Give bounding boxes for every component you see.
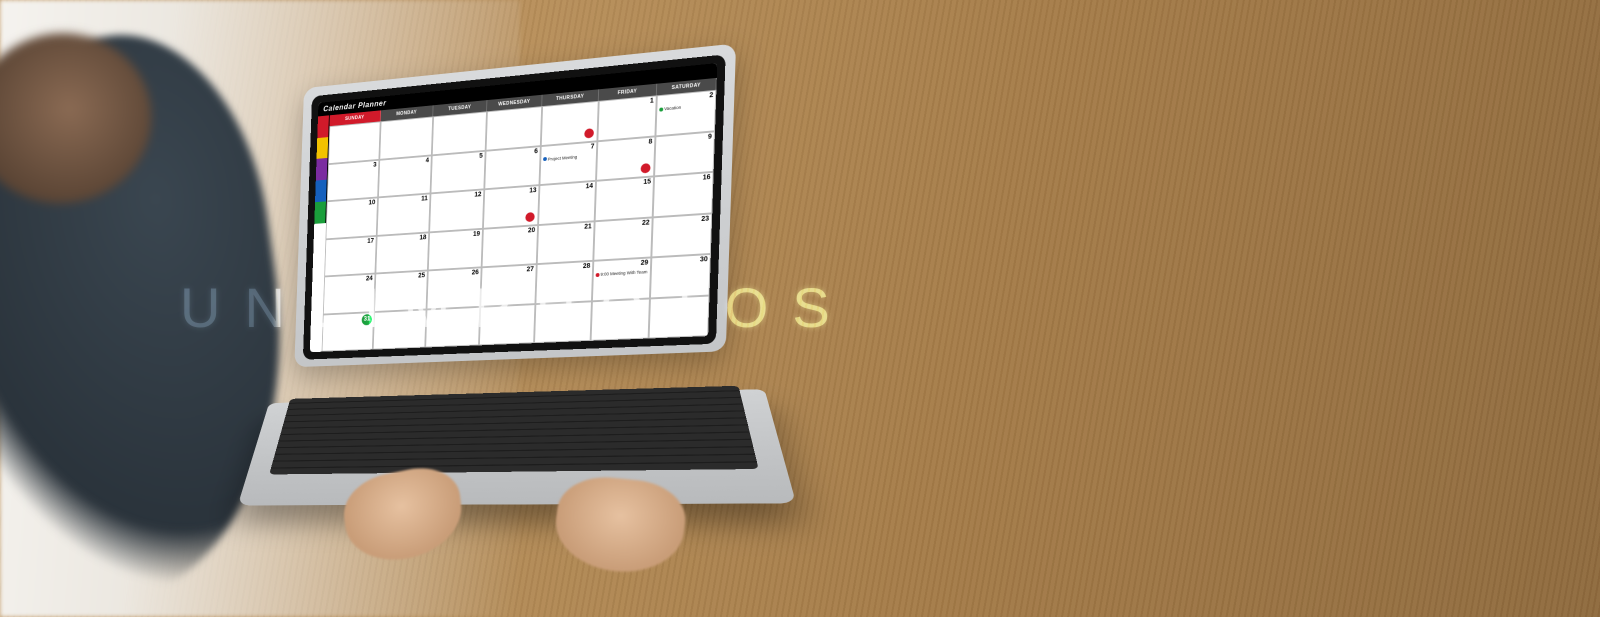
day-number: 12 [474,191,481,198]
day-number: 16 [703,174,711,182]
day-number: 11 [421,195,428,202]
calendar-day-cell[interactable]: 25 [374,270,428,311]
day-number: 19 [473,230,480,237]
day-number: 3 [373,161,377,168]
calendar-day-cell[interactable] [379,116,433,159]
calendar-day-cell[interactable] [373,309,427,350]
calendar-day-cell[interactable]: 23 [651,213,712,258]
day-number: 14 [585,183,593,190]
day-number: 8 [648,138,652,145]
calendar-day-cell[interactable]: 7 Project Meeting [539,141,597,185]
calendar-event[interactable]: Project Meeting [543,153,594,162]
event-label: 9:00 Meeting With Team [600,269,647,276]
day-number: 13 [529,187,536,194]
day-number: 28 [583,263,591,270]
event-dot-icon [596,272,600,276]
calendar-day-cell[interactable]: 10 [326,197,379,238]
day-number: 22 [642,219,650,226]
calendar-day-cell[interactable]: 27 [480,264,536,306]
day-number: 29 [640,260,648,267]
calendar-day-cell[interactable]: 18 [375,232,429,274]
day-number: 30 [700,256,708,263]
calendar-day-cell[interactable]: 8 [596,136,655,181]
day-number: 15 [643,179,651,186]
calendar-day-cell[interactable]: 2 Vacation [655,90,716,136]
sidebar-category-tab[interactable] [317,137,330,160]
event-label: Vacation [664,105,681,111]
day-number: 26 [472,269,479,276]
calendar-day-cell[interactable]: 5 [431,150,486,193]
sidebar-category-tab[interactable] [316,158,329,180]
day-marker-icon [641,163,651,174]
calendar-event[interactable]: 9:00 Meeting With Team [596,269,648,277]
day-number: 24 [366,275,373,282]
calendar-day-cell[interactable]: 26 [427,267,482,309]
laptop-screen: Calendar Planner SUNDAYMONDAYTUESDAYWEDN… [310,63,717,352]
calendar-day-cell[interactable]: 15 [595,176,654,220]
laptop: Calendar Planner SUNDAYMONDAYTUESDAYWEDN… [232,45,825,563]
day-marker-icon [525,212,535,222]
day-number: 25 [418,272,425,279]
day-number: 21 [584,223,592,230]
calendar-day-cell[interactable]: 24 [323,274,375,315]
sidebar-category-tab[interactable] [314,201,327,223]
calendar-day-cell[interactable] [649,295,710,338]
calendar-day-cell[interactable]: 11 [377,193,431,235]
laptop-keyboard [269,386,758,475]
calendar-day-cell[interactable]: 14 [538,181,596,225]
day-number: 9 [708,133,712,140]
day-number-circled: 31 [362,313,373,324]
calendar-day-cell[interactable]: 16 [653,172,714,217]
person-head [0,22,163,215]
calendar-day-cell[interactable] [541,101,599,146]
day-number: 2 [709,92,713,99]
calendar-day-cell[interactable] [591,298,650,341]
day-number: 18 [419,234,426,241]
calendar-day-cell[interactable] [534,301,592,343]
calendar-grid: 12Vacation34567Project Meeting8910111213… [322,90,717,352]
day-number: 7 [591,143,595,150]
day-number: 6 [534,148,538,155]
day-number: 5 [479,152,483,159]
event-dot-icon [659,107,663,111]
sidebar-category-tab[interactable] [317,115,330,138]
app-body: SUNDAYMONDAYTUESDAYWEDNESDAYTHURSDAYFRID… [310,78,717,352]
calendar-event[interactable]: Vacation [659,102,713,112]
day-number: 23 [701,215,709,222]
calendar-day-cell[interactable]: 13 [483,185,539,228]
calendar-day-cell[interactable]: 21 [537,221,595,264]
day-number: 4 [425,157,429,164]
day-number: 20 [528,227,535,234]
sidebar-category-tab[interactable] [315,180,328,202]
day-number: 10 [368,199,375,206]
calendar-day-cell[interactable]: 30 [650,254,711,298]
day-number: 17 [367,237,374,244]
calendar-day-cell[interactable] [425,306,480,347]
calendar-day-cell[interactable]: 12 [429,189,484,232]
calendar-area: SUNDAYMONDAYTUESDAYWEDNESDAYTHURSDAYFRID… [322,78,717,352]
calendar-day-cell[interactable] [479,304,535,346]
calendar-day-cell[interactable] [486,106,543,150]
calendar-day-cell[interactable]: 4 [378,155,432,198]
calendar-day-cell[interactable]: 31 [322,312,374,352]
calendar-day-cell[interactable]: 20 [482,225,538,268]
calendar-day-cell[interactable] [328,121,381,163]
day-number: 27 [526,266,533,273]
calendar-day-cell[interactable]: 19 [428,228,483,270]
calendar-app: Calendar Planner SUNDAYMONDAYTUESDAYWEDN… [310,63,717,352]
calendar-day-cell[interactable]: 29 9:00 Meeting With Team [592,257,651,300]
calendar-day-cell[interactable]: 3 [327,159,380,201]
calendar-day-cell[interactable]: 17 [324,235,377,276]
calendar-day-cell[interactable]: 6 [484,146,541,190]
day-number: 1 [650,98,654,105]
calendar-day-cell[interactable]: 1 [597,95,656,140]
calendar-day-cell[interactable]: 28 [535,261,593,304]
calendar-day-cell[interactable] [432,111,487,155]
calendar-day-cell[interactable]: 9 [654,131,715,177]
event-dot-icon [543,157,547,161]
photo-scene: Calendar Planner SUNDAYMONDAYTUESDAYWEDN… [0,0,1600,617]
day-marker-icon [584,128,594,138]
event-label: Project Meeting [548,154,578,161]
calendar-day-cell[interactable]: 22 [593,217,652,261]
